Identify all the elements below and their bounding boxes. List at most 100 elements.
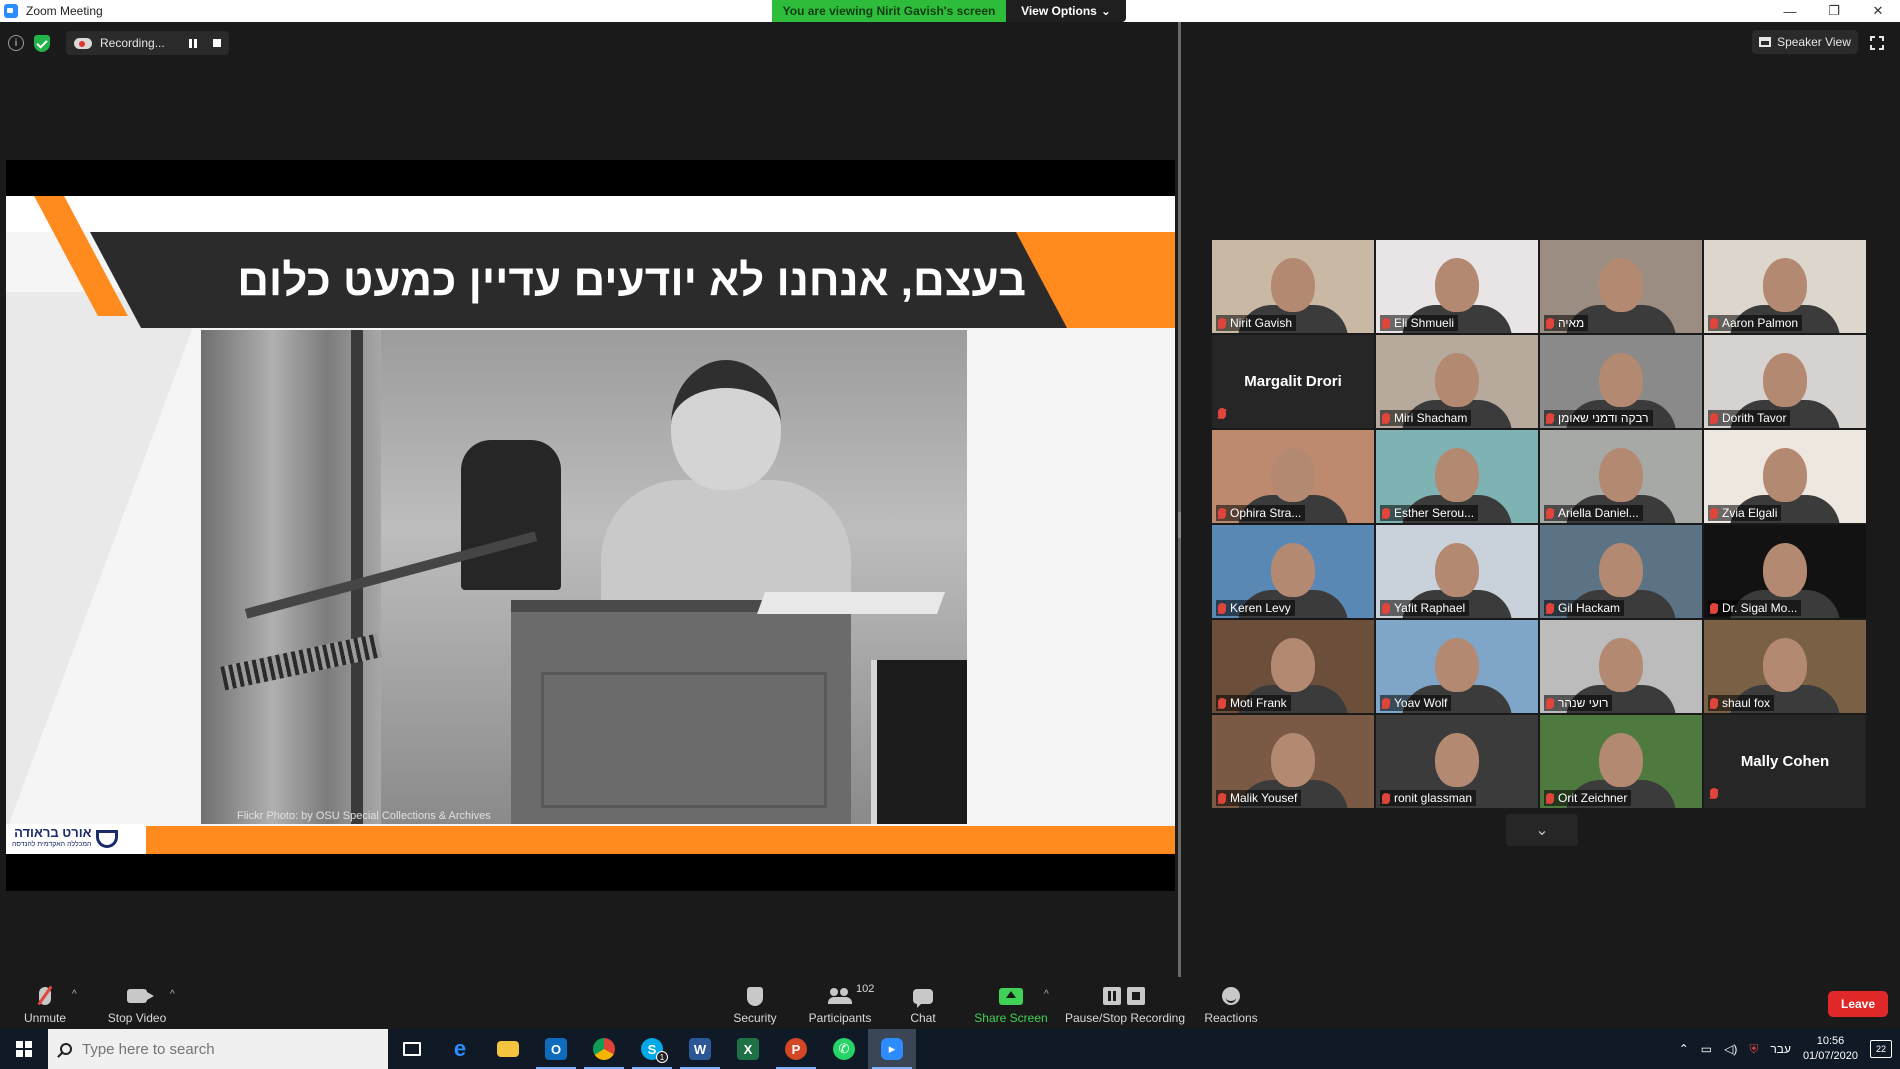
participant-tile[interactable]: Esther Serou... [1376, 430, 1538, 523]
network-icon[interactable]: ▭ [1701, 1042, 1712, 1056]
participant-tile[interactable]: Ophira Stra... [1212, 430, 1374, 523]
participant-face [1599, 733, 1643, 787]
tray-chevron-up-icon[interactable]: ⌃ [1679, 1042, 1689, 1056]
outlook-app[interactable]: O [532, 1029, 580, 1069]
meeting-status-row: i Recording... [8, 30, 229, 56]
panel-resize-handle[interactable] [1178, 512, 1181, 538]
college-logo-mark [95, 830, 118, 848]
task-view-icon [403, 1042, 421, 1056]
powerpoint-app[interactable]: P [772, 1029, 820, 1069]
reactions-button[interactable]: Reactions [1204, 981, 1258, 1025]
participant-face [1435, 353, 1479, 407]
window-title: Zoom Meeting [26, 4, 103, 18]
participant-tile[interactable]: Ariella Daniel... [1540, 430, 1702, 523]
zoom-app[interactable]: ▸ [868, 1029, 916, 1069]
chevron-down-icon: ⌄ [1535, 822, 1549, 839]
minimize-icon[interactable]: — [1768, 0, 1812, 22]
muted-mic-icon [1546, 792, 1554, 804]
chat-button[interactable]: Chat [906, 981, 940, 1025]
stop-video-label: Stop Video [107, 1011, 167, 1025]
participant-tile[interactable]: Zvia Elgali [1704, 430, 1866, 523]
stop-recording-icon[interactable] [212, 39, 221, 47]
notifications-button[interactable]: 22 [1870, 1040, 1892, 1058]
meeting-info-icon[interactable]: i [8, 35, 24, 51]
gallery-next-page-button[interactable]: ⌄ [1506, 814, 1578, 846]
participant-tile[interactable]: ronit glassman [1376, 715, 1538, 808]
view-options-button[interactable]: View Options ⌄ [1006, 0, 1126, 22]
participant-tile[interactable]: Dr. Sigal Mo... [1704, 525, 1866, 618]
participant-tile[interactable]: Miri Shacham [1376, 335, 1538, 428]
participant-name-label: רועי שנהר [1544, 695, 1613, 711]
participant-tile[interactable]: Dorith Tavor [1704, 335, 1866, 428]
reactions-emoji-icon [1222, 987, 1240, 1005]
pause-stop-recording-button[interactable]: Pause/Stop Recording [1064, 981, 1186, 1025]
taskbar-search[interactable] [48, 1029, 388, 1069]
pause-recording-icon[interactable] [188, 38, 197, 48]
participant-tile[interactable]: Nirit Gavish [1212, 240, 1374, 333]
participant-name: Mally Cohen [1740, 753, 1830, 770]
participant-name: Zvia Elgali [1722, 506, 1778, 520]
edge-app[interactable]: e [436, 1029, 484, 1069]
participant-face [1435, 448, 1479, 502]
file-explorer-app[interactable] [484, 1029, 532, 1069]
unmute-button[interactable]: Unmute [18, 981, 72, 1025]
share-screen-button[interactable]: Share Screen [974, 981, 1048, 1025]
windows-start-button[interactable] [0, 1029, 48, 1069]
participant-tile[interactable]: Aaron Palmon [1704, 240, 1866, 333]
participant-name: Eli Shmueli [1394, 316, 1455, 330]
participant-tile[interactable]: Yoav Wolf [1376, 620, 1538, 713]
participants-button[interactable]: 102 Participants [804, 981, 876, 1025]
word-app[interactable]: W [676, 1029, 724, 1069]
participant-tile[interactable]: Orit Zeichner [1540, 715, 1702, 808]
participant-name-label: Eli Shmueli [1380, 315, 1459, 331]
participant-tile[interactable]: Yafit Raphael [1376, 525, 1538, 618]
participant-name: Yafit Raphael [1394, 601, 1466, 615]
muted-mic-icon [1218, 792, 1226, 804]
participant-tile[interactable]: Keren Levy [1212, 525, 1374, 618]
participant-tile[interactable]: Moti Frank [1212, 620, 1374, 713]
muted-mic-icon [1218, 507, 1226, 519]
taskbar-clock[interactable]: 10:56 01/07/2020 [1803, 1034, 1858, 1064]
participant-tile[interactable]: Margalit Drori [1212, 335, 1374, 428]
encryption-shield-icon[interactable] [34, 34, 50, 52]
video-options-caret-icon[interactable]: ^ [170, 989, 175, 1000]
participant-tile[interactable]: shaul fox [1704, 620, 1866, 713]
whatsapp-app[interactable]: ✆ [820, 1029, 868, 1069]
participant-tile[interactable]: Gil Hackam [1540, 525, 1702, 618]
panel-divider[interactable] [1178, 22, 1181, 977]
chrome-app[interactable] [580, 1029, 628, 1069]
speaker-view-button[interactable]: Speaker View [1752, 30, 1858, 54]
participant-name: Esther Serou... [1394, 506, 1475, 520]
participant-name: Keren Levy [1230, 601, 1291, 615]
participant-name-label: Gil Hackam [1544, 600, 1625, 616]
input-language[interactable]: עבר [1770, 1042, 1791, 1056]
participant-name: Miri Shacham [1394, 411, 1468, 425]
volume-icon[interactable]: ◁) [1724, 1042, 1737, 1056]
skype-app[interactable]: S1 [628, 1029, 676, 1069]
zoom-icon: ▸ [881, 1038, 903, 1060]
security-button[interactable]: Security [728, 981, 782, 1025]
antivirus-icon[interactable]: ⛨ [1749, 1042, 1758, 1057]
share-options-caret-icon[interactable]: ^ [1044, 989, 1049, 1000]
participant-tile[interactable]: רועי שנהר [1540, 620, 1702, 713]
excel-app[interactable]: X [724, 1029, 772, 1069]
muted-mic-icon [1218, 697, 1226, 709]
participant-tile[interactable]: רבקה ודמני שאומן [1540, 335, 1702, 428]
participant-tile[interactable]: Eli Shmueli [1376, 240, 1538, 333]
fullscreen-icon[interactable] [1869, 35, 1885, 51]
participant-face [1271, 258, 1315, 312]
participant-tile[interactable]: מאיה [1540, 240, 1702, 333]
task-view-button[interactable] [388, 1029, 436, 1069]
recording-indicator: Recording... [66, 31, 229, 55]
restore-icon[interactable]: ❐ [1812, 0, 1856, 22]
participant-tile[interactable]: Malik Yousef [1212, 715, 1374, 808]
participant-face [1435, 638, 1479, 692]
stop-video-button[interactable]: Stop Video [104, 981, 170, 1025]
close-icon[interactable]: ✕ [1856, 0, 1900, 22]
participant-tile[interactable]: Mally Cohen [1704, 715, 1866, 808]
audio-options-caret-icon[interactable]: ^ [72, 989, 77, 1000]
participant-name-label: Yoav Wolf [1380, 695, 1452, 711]
leave-meeting-button[interactable]: Leave [1828, 991, 1888, 1017]
muted-mic-icon [1710, 412, 1718, 424]
taskbar-search-input[interactable] [82, 1040, 352, 1058]
